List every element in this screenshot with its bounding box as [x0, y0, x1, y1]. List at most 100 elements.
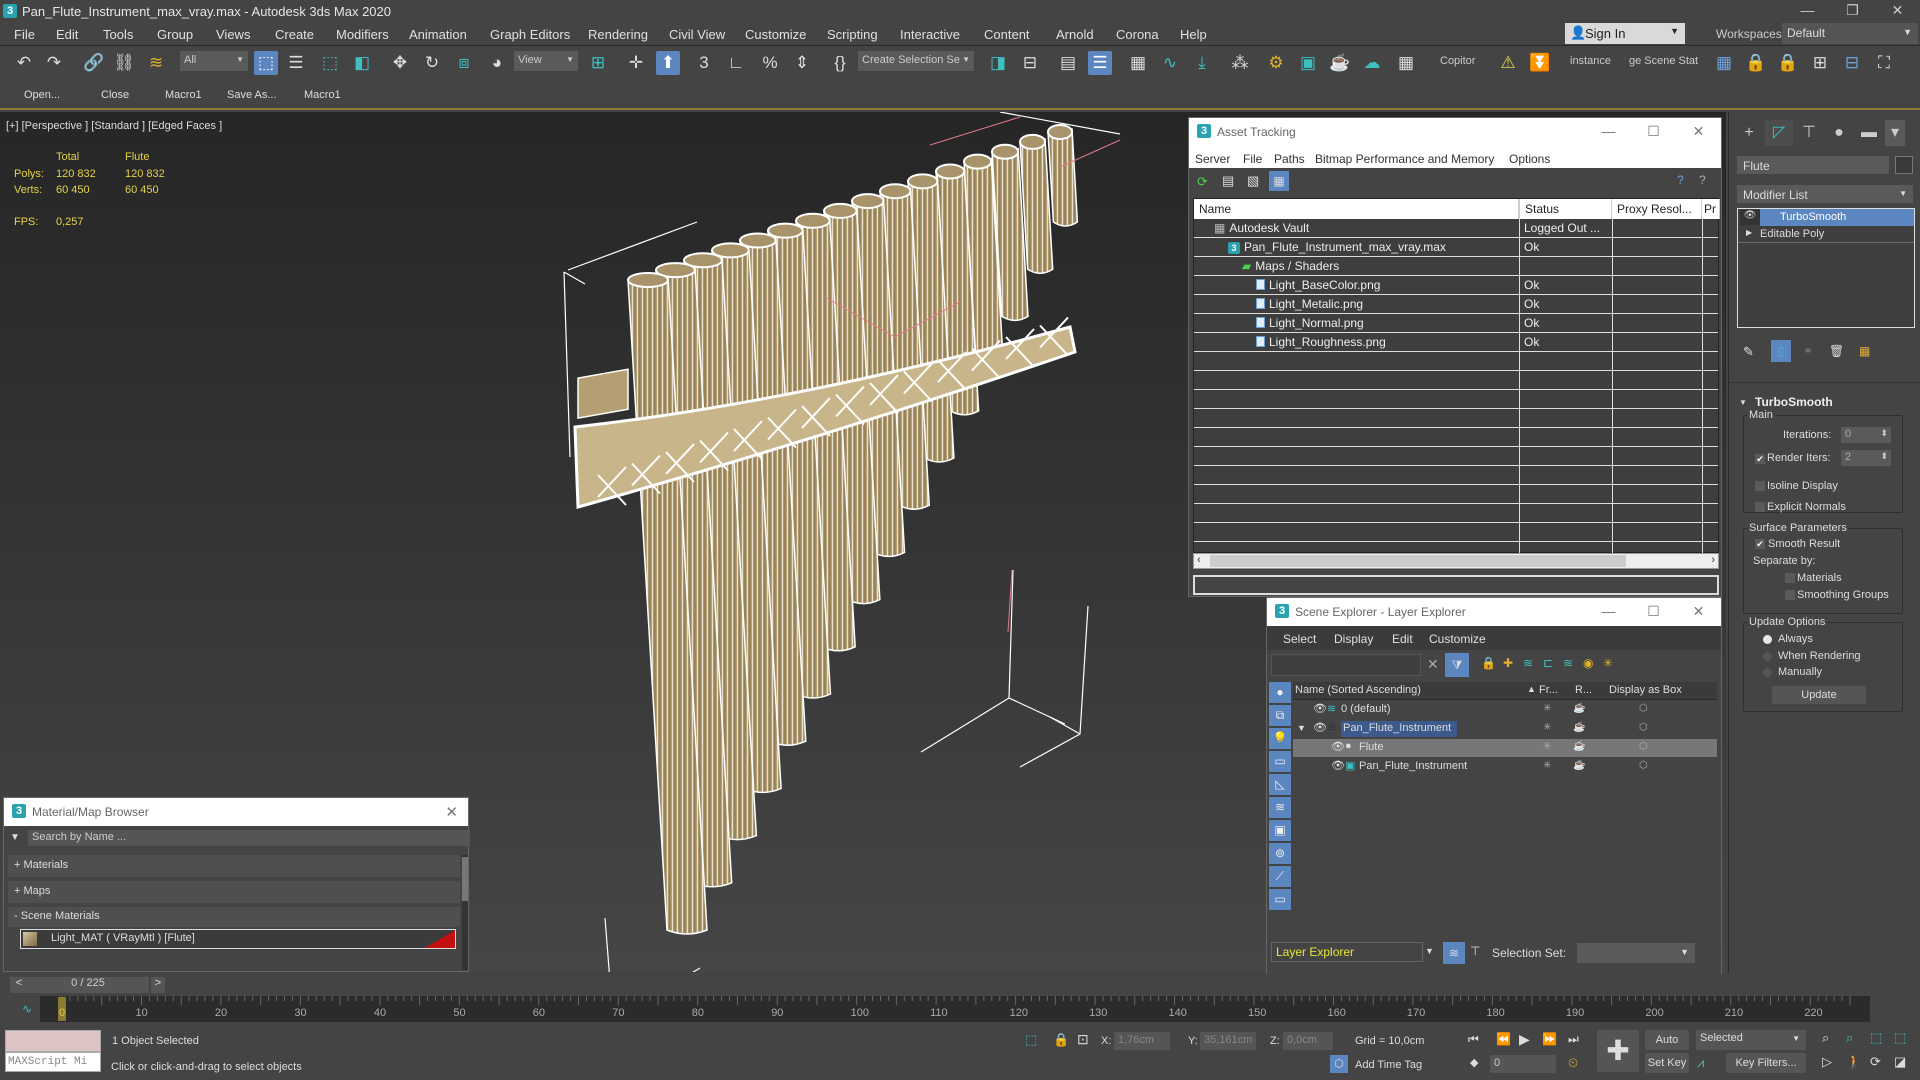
render-iters-checkbox[interactable]: ✔	[1755, 454, 1765, 464]
material-editor-icon[interactable]: ⁂	[1228, 51, 1252, 75]
asset-row[interactable]	[1194, 447, 1718, 466]
column-proxy[interactable]: Pr	[1702, 199, 1720, 219]
close-button[interactable]: ✕	[1676, 598, 1721, 626]
select-manipulate-icon[interactable]: ✛	[624, 51, 648, 75]
menu-customize[interactable]: Customize	[1429, 632, 1486, 646]
current-frame-field[interactable]: 0	[1490, 1055, 1556, 1073]
menu-create[interactable]: Create	[275, 27, 314, 42]
menu-animation[interactable]: Animation	[409, 27, 467, 42]
menu-graph-editors[interactable]: Graph Editors	[490, 27, 570, 42]
z-coordinate-field[interactable]: 0,0cm	[1283, 1032, 1333, 1050]
containers-filter-icon[interactable]: ▭	[1269, 889, 1291, 910]
menu-scripting[interactable]: Scripting	[827, 27, 878, 42]
menu-options[interactable]: Options	[1509, 152, 1550, 166]
maximize-button[interactable]: ☐	[1631, 118, 1676, 146]
maximize-viewport-icon[interactable]: ⛶	[1872, 51, 1896, 75]
hide-all-icon[interactable]: ◉	[1583, 656, 1593, 670]
column-status[interactable]: Status	[1519, 199, 1612, 219]
renderable-teapot-icon[interactable]: ☕	[1573, 760, 1585, 771]
zoom-icon[interactable]: ⌕	[1822, 1030, 1829, 1046]
toggle-scene-explorer-icon[interactable]: ▤	[1056, 51, 1080, 75]
auto-key-button[interactable]: Auto Key	[1645, 1030, 1689, 1066]
link-icon[interactable]: 🔗	[82, 51, 106, 75]
utilities-tab-icon[interactable]: ▾	[1885, 120, 1905, 146]
modifier-list-select[interactable]: Modifier List ▼	[1737, 185, 1913, 203]
remove-modifier-icon[interactable]: 🗑	[1829, 344, 1844, 358]
menu-edit[interactable]: Edit	[1392, 632, 1413, 646]
scale-icon[interactable]: ⧈	[452, 51, 476, 75]
play-icon[interactable]: ▶	[1519, 1031, 1530, 1048]
display-as-box-icon[interactable]: ⬡	[1639, 703, 1648, 714]
section-scene-materials[interactable]: - Scene Materials	[8, 907, 460, 927]
mirror-icon[interactable]: ◨	[986, 51, 1010, 75]
undo-icon[interactable]: ↶	[12, 51, 36, 75]
maximize-viewport-toggle-icon[interactable]: ◪	[1894, 1054, 1906, 1070]
browser-options-icon[interactable]: ▼	[10, 832, 20, 843]
angle-snap-icon[interactable]: ∟	[724, 51, 748, 75]
modify-tab-icon[interactable]: ◸	[1765, 120, 1793, 146]
lock-icon[interactable]: 🔒	[1481, 656, 1496, 670]
visibility-eye-icon[interactable]: 👁	[1331, 740, 1345, 753]
collapse-rollout-icon[interactable]: ▼	[1739, 398, 1747, 407]
freeze-icon[interactable]: ✳	[1543, 703, 1551, 714]
list-view-icon[interactable]: ▤	[1222, 173, 1234, 189]
separate-materials-checkbox[interactable]	[1785, 573, 1795, 583]
lock-layout-icon[interactable]: 🔒	[1744, 51, 1768, 75]
scene-search-input[interactable]	[1271, 654, 1421, 676]
renderable-teapot-icon[interactable]: ☕	[1573, 703, 1585, 714]
menu-edit[interactable]: Edit	[56, 27, 78, 42]
scroll-left-icon[interactable]: ‹	[1197, 554, 1201, 566]
time-configuration-icon[interactable]: ⏲	[1568, 1055, 1578, 1071]
place-icon[interactable]: ◕	[485, 51, 509, 75]
asset-row[interactable]	[1194, 409, 1718, 428]
time-tag-icon[interactable]: ⬡	[1330, 1055, 1348, 1073]
scene-row[interactable]: 👁 ● Flute ✳ ☕ ⬡	[1293, 739, 1717, 757]
selection-lock-icon[interactable]: 🔒	[1053, 1032, 1069, 1048]
add-time-tag-button[interactable]: Add Time Tag	[1355, 1059, 1422, 1071]
help-icon[interactable]: ?	[1677, 173, 1684, 187]
show-end-result-icon[interactable]: ▯	[1771, 340, 1791, 362]
zoom-extents-icon[interactable]: ⬚	[1870, 1030, 1882, 1046]
column-name[interactable]: Name	[1194, 199, 1519, 219]
percent-snap-icon[interactable]: %	[758, 51, 782, 75]
previous-frame-button[interactable]: <	[10, 977, 28, 993]
section-maps[interactable]: + Maps	[8, 881, 460, 903]
material-browser-titlebar[interactable]: 3 Material/Map Browser ✕	[4, 798, 468, 826]
configure-modifier-sets-icon[interactable]: ▦	[1859, 344, 1870, 358]
add-to-layer-icon[interactable]: ≋	[1523, 656, 1533, 670]
menu-rendering[interactable]: Rendering	[588, 27, 648, 42]
orbit-icon[interactable]: ⟳	[1870, 1054, 1881, 1070]
macro-open-button[interactable]: Open...	[24, 89, 60, 101]
create-tab-icon[interactable]: +	[1735, 120, 1763, 146]
material-search-input[interactable]: Search by Name ...	[28, 830, 470, 846]
chevron-down-icon[interactable]: ▼	[1425, 946, 1434, 956]
column-proxy-resolution[interactable]: Proxy Resol...	[1612, 199, 1702, 219]
menu-bitmap-performance[interactable]: Bitmap Performance and Memory	[1315, 152, 1494, 166]
make-current-layer-icon[interactable]: ≋	[1563, 656, 1573, 670]
pivot-center-icon[interactable]: ⊞	[586, 51, 610, 75]
minimize-button[interactable]: —	[1785, 0, 1830, 22]
object-name-field[interactable]: Flute	[1737, 156, 1889, 174]
asset-path-field[interactable]	[1193, 575, 1719, 595]
asset-row[interactable]	[1194, 504, 1718, 523]
menu-help[interactable]: Help	[1180, 27, 1207, 42]
asset-row[interactable]	[1194, 523, 1718, 542]
horizontal-scrollbar[interactable]: ‹ ›	[1193, 553, 1719, 569]
layer-explorer-icon[interactable]: ≋	[1443, 942, 1465, 964]
select-by-name-icon[interactable]: ☰	[284, 51, 308, 75]
display-as-box-icon[interactable]: ⬡	[1639, 722, 1648, 733]
close-button[interactable]: ✕	[1676, 118, 1721, 146]
render-production-icon[interactable]: ☕	[1328, 51, 1352, 75]
key-filters-button[interactable]: Key Filters...	[1726, 1053, 1806, 1073]
asset-row[interactable]	[1194, 371, 1718, 390]
scroll-right-icon[interactable]: ›	[1711, 554, 1715, 566]
asset-tracking-titlebar[interactable]: 3 Asset Tracking — ☐ ✕	[1189, 118, 1721, 146]
display-as-box-icon[interactable]: ⬡	[1639, 741, 1648, 752]
next-key-icon[interactable]: ⏩	[1542, 1032, 1557, 1046]
asset-row[interactable]: ▦ Autodesk Vault Logged Out ...	[1194, 219, 1718, 238]
add-viewport-icon[interactable]: ⊞	[1808, 51, 1832, 75]
scene-row[interactable]: ▼ 👁 ≋ Pan_Flute_Instrument ✳ ☕ ⬡	[1293, 720, 1717, 738]
menu-interactive[interactable]: Interactive	[900, 27, 960, 42]
asset-row[interactable]: Light_BaseColor.png Ok	[1194, 276, 1718, 295]
thumbnail-view-icon[interactable]: ▧	[1247, 173, 1259, 189]
